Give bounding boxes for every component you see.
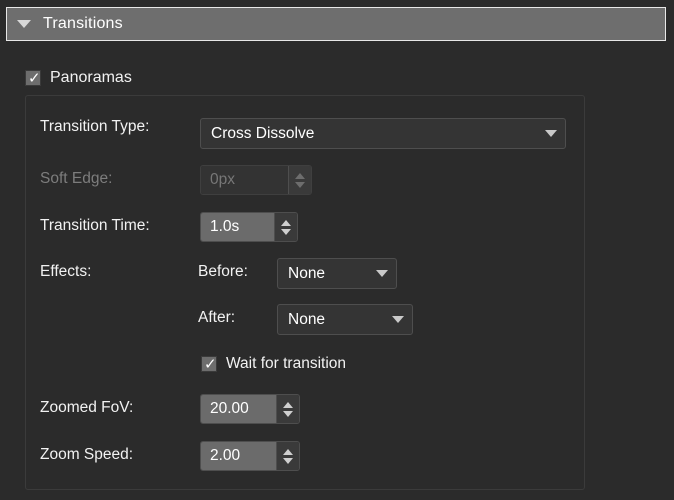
zoom-speed-row: Zoom Speed: [40, 446, 198, 464]
stepper-up-icon [295, 173, 305, 179]
panoramas-label: Panoramas [50, 69, 132, 87]
transition-time-spinner[interactable]: 1.0s [200, 212, 298, 242]
panoramas-checkbox[interactable]: ✓ [25, 70, 41, 86]
wait-for-transition-row[interactable]: ✓ Wait for transition [201, 355, 346, 373]
effects-after-value: None [288, 311, 325, 329]
effects-label: Effects: [40, 263, 91, 281]
section-title: Transitions [43, 15, 123, 33]
zoomed-fov-stepper[interactable] [276, 395, 299, 423]
effects-row: Effects: [40, 263, 91, 281]
effects-after-dropdown[interactable]: None [277, 304, 413, 335]
effects-before-dropdown[interactable]: None [277, 258, 397, 289]
checkmark-icon: ✓ [204, 356, 217, 372]
stepper-up-icon[interactable] [281, 220, 291, 226]
wait-for-transition-checkbox[interactable]: ✓ [201, 356, 217, 372]
zoom-speed-stepper[interactable] [276, 442, 299, 470]
effects-before-row: Before: [198, 263, 248, 281]
chevron-down-icon [392, 316, 404, 323]
transition-type-row: Transition Type: [40, 118, 198, 136]
chevron-down-icon [376, 270, 388, 277]
transition-type-label: Transition Type: [40, 118, 198, 136]
stepper-down-icon [295, 182, 305, 188]
transition-time-stepper[interactable] [274, 213, 297, 241]
transition-time-value[interactable]: 1.0s [201, 213, 274, 241]
transitions-settings-group [25, 95, 585, 490]
stepper-down-icon[interactable] [283, 458, 293, 464]
stepper-down-icon[interactable] [281, 229, 291, 235]
zoom-speed-label: Zoom Speed: [40, 446, 198, 464]
transition-time-label: Transition Time: [40, 217, 198, 235]
transition-type-dropdown[interactable]: Cross Dissolve [200, 118, 566, 149]
soft-edge-label: Soft Edge: [40, 170, 198, 188]
chevron-down-icon [545, 130, 557, 137]
checkmark-icon: ✓ [28, 70, 41, 86]
soft-edge-row: Soft Edge: [40, 170, 198, 188]
zoomed-fov-spinner[interactable]: 20.00 [200, 394, 300, 424]
zoomed-fov-row: Zoomed FoV: [40, 399, 198, 417]
zoomed-fov-value[interactable]: 20.00 [201, 395, 276, 423]
zoom-speed-value[interactable]: 2.00 [201, 442, 276, 470]
stepper-up-icon[interactable] [283, 449, 293, 455]
effects-before-value: None [288, 265, 325, 283]
wait-for-transition-label: Wait for transition [226, 355, 346, 373]
transitions-section-header[interactable]: Transitions [6, 7, 666, 41]
effects-after-row: After: [198, 309, 235, 327]
stepper-down-icon[interactable] [283, 411, 293, 417]
zoom-speed-spinner[interactable]: 2.00 [200, 441, 300, 471]
stepper-up-icon[interactable] [283, 402, 293, 408]
soft-edge-spinner: 0px [200, 165, 312, 195]
effects-before-label: Before: [198, 263, 248, 281]
effects-after-label: After: [198, 309, 235, 327]
triangle-down-icon[interactable] [17, 20, 31, 28]
transition-type-value: Cross Dissolve [211, 125, 314, 143]
soft-edge-stepper [288, 166, 311, 194]
zoomed-fov-label: Zoomed FoV: [40, 399, 198, 417]
panoramas-checkbox-row[interactable]: ✓ Panoramas [25, 69, 132, 87]
transition-time-row: Transition Time: [40, 217, 198, 235]
soft-edge-value: 0px [201, 166, 288, 194]
